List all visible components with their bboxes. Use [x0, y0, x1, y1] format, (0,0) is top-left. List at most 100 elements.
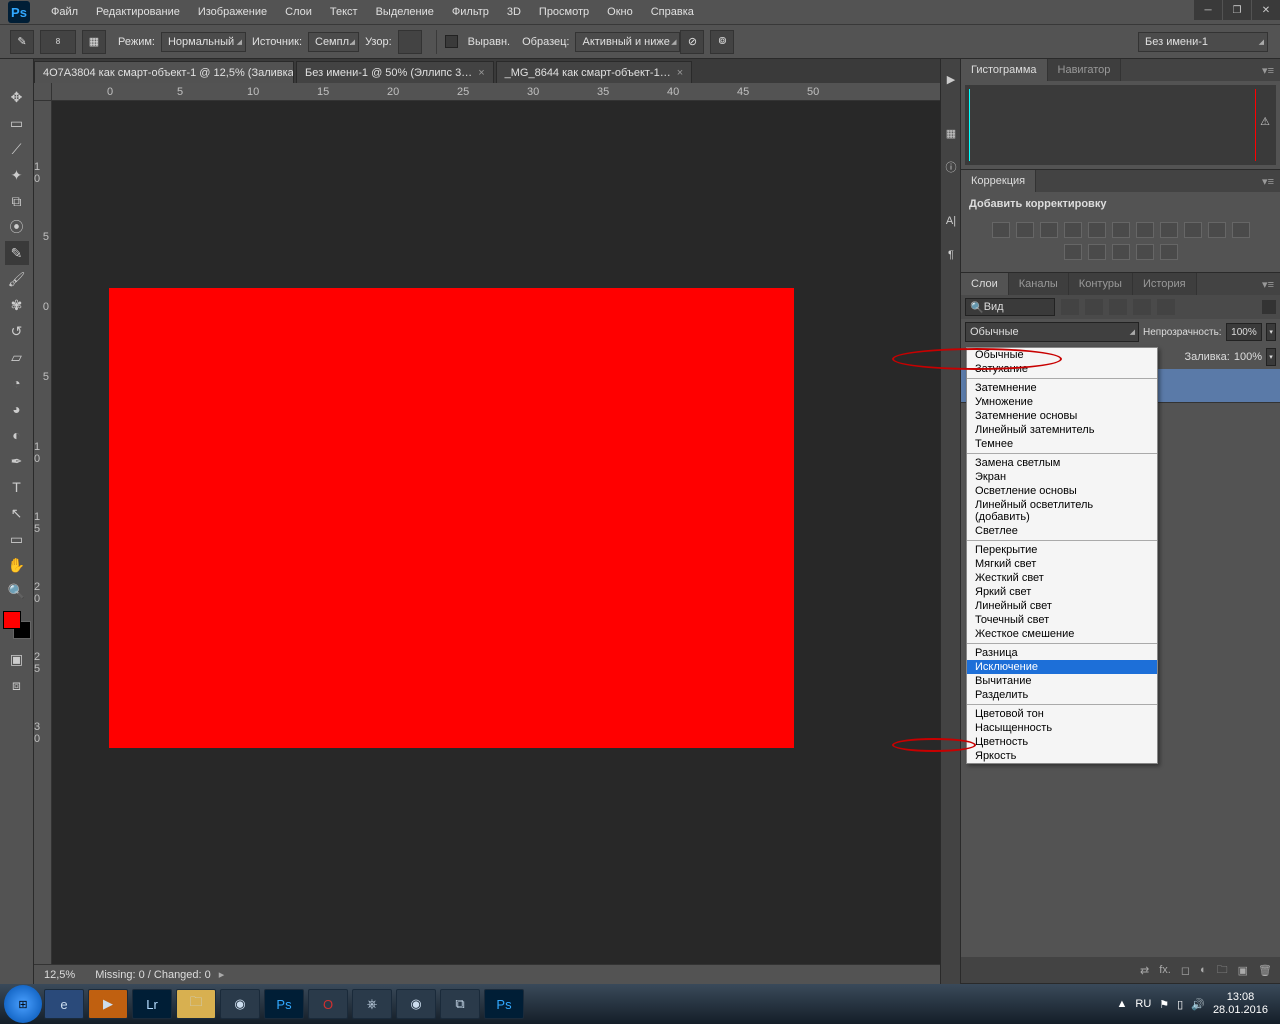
marquee-tool-icon[interactable]: ▭ [5, 111, 29, 135]
blend-item[interactable]: Вычитание [967, 674, 1157, 688]
menu-select[interactable]: Выделение [367, 6, 443, 18]
invert-icon[interactable] [1064, 244, 1082, 260]
hue-icon[interactable] [1112, 222, 1130, 238]
app-icon[interactable]: ⧉ [440, 989, 480, 1019]
blend-item[interactable]: Умножение [967, 395, 1157, 409]
colorbalance-icon[interactable] [1136, 222, 1154, 238]
stamp-tool-icon[interactable]: ✾ [5, 293, 29, 317]
adjustment-icon[interactable]: ◐ [1200, 964, 1207, 976]
adjustments-tab[interactable]: Коррекция [961, 170, 1036, 192]
maximize-button[interactable]: ❐ [1223, 0, 1251, 20]
blend-item[interactable]: Линейный свет [967, 599, 1157, 613]
bw-icon[interactable] [1160, 222, 1178, 238]
fill-dropdown-icon[interactable]: ▾ [1266, 348, 1276, 366]
doc-tab-1[interactable]: 4O7A3804 как смарт-объект-1 @ 12,5% (Зал… [34, 61, 294, 83]
status-arrow-icon[interactable]: ▸ [219, 968, 225, 981]
pen-tool-icon[interactable]: ✒ [5, 449, 29, 473]
menu-window[interactable]: Окно [598, 6, 642, 18]
gradient-tool-icon[interactable]: ◔ [5, 371, 29, 395]
levels-icon[interactable] [1016, 222, 1034, 238]
brush-preview[interactable]: 8 [40, 30, 76, 54]
blend-item[interactable]: Темнее [967, 437, 1157, 451]
exposure-icon[interactable] [1064, 222, 1082, 238]
crop-tool-icon[interactable]: ⧉ [5, 189, 29, 213]
menu-image[interactable]: Изображение [189, 6, 276, 18]
histogram-tab[interactable]: Гистограмма [961, 59, 1048, 81]
tray-more-icon[interactable]: ⚑ [1159, 998, 1169, 1011]
menu-filter[interactable]: Фильтр [443, 6, 498, 18]
blend-item[interactable]: Затухание [967, 362, 1157, 376]
char-icon[interactable]: A| [941, 207, 961, 235]
blend-item[interactable]: Разница [967, 646, 1157, 660]
shape-tool-icon[interactable]: ▭ [5, 527, 29, 551]
blend-item[interactable]: Мягкий свет [967, 557, 1157, 571]
colorcheck-icon[interactable]: ◉ [220, 989, 260, 1019]
tool-preset-icon[interactable]: ✎ [10, 30, 34, 54]
pattern-swatch[interactable] [398, 30, 422, 54]
pressure-icon[interactable]: ៙ [710, 30, 734, 54]
doc-tab-2[interactable]: Без имени-1 @ 50% (Эллипс 3…× [296, 61, 494, 83]
filter-pixel-icon[interactable] [1061, 299, 1079, 315]
play-icon[interactable]: ▶ [941, 65, 961, 93]
blend-item[interactable]: Жесткий свет [967, 571, 1157, 585]
filter-shape-icon[interactable] [1133, 299, 1151, 315]
menu-edit[interactable]: Редактирование [87, 6, 189, 18]
screenmode-icon[interactable]: ⧈ [5, 673, 29, 697]
ie-icon[interactable]: e [44, 989, 84, 1019]
mask-icon[interactable]: ◻ [1181, 964, 1190, 977]
vibrance-icon[interactable] [1088, 222, 1106, 238]
panel-menu-icon[interactable]: ▾≡ [1256, 278, 1280, 291]
new-layer-icon[interactable]: ▣ [1238, 964, 1248, 977]
color-swatches[interactable] [3, 611, 31, 639]
chrome-icon[interactable]: ◉ [396, 989, 436, 1019]
warning-icon[interactable]: ⚠ [1260, 115, 1270, 128]
healing-tool-icon[interactable]: ✎ [5, 241, 29, 265]
menu-3d[interactable]: 3D [498, 6, 530, 18]
tray-flag-icon[interactable]: ▲ [1117, 998, 1128, 1010]
filter-select[interactable]: 🔍 Вид [965, 298, 1055, 316]
paths-tab[interactable]: Контуры [1069, 273, 1133, 295]
brush-panel-icon[interactable]: ▦ [82, 30, 106, 54]
volume-icon[interactable]: 🔊 [1191, 998, 1205, 1011]
hand-tool-icon[interactable]: ✋ [5, 553, 29, 577]
actions-icon[interactable]: ▦ [941, 119, 961, 147]
blend-item[interactable]: Насыщенность [967, 721, 1157, 735]
para-icon[interactable]: ¶ [941, 241, 961, 269]
move-tool-icon[interactable]: ✥ [5, 85, 29, 109]
blend-item[interactable]: Яркий свет [967, 585, 1157, 599]
filter-smart-icon[interactable] [1157, 299, 1175, 315]
history-brush-icon[interactable]: ↺ [5, 319, 29, 343]
workspace-select[interactable]: Без имени-1 [1138, 32, 1268, 52]
zoom-value[interactable]: 12,5% [44, 969, 75, 981]
ignore-adj-icon[interactable]: ⊘ [680, 30, 704, 54]
opacity-dropdown-icon[interactable]: ▾ [1266, 323, 1276, 341]
blend-mode-select[interactable]: Обычные Обычные Затухание Затемнение Умн… [965, 322, 1139, 342]
info-icon[interactable]: ⓘ [941, 153, 961, 181]
lang-indicator[interactable]: RU [1135, 998, 1151, 1010]
foreground-color[interactable] [3, 611, 21, 629]
network-icon[interactable]: ▯ [1177, 998, 1183, 1011]
menu-layers[interactable]: Слои [276, 6, 321, 18]
photofilter-icon[interactable] [1184, 222, 1202, 238]
filter-adj-icon[interactable] [1085, 299, 1103, 315]
close-icon[interactable]: × [677, 67, 683, 79]
colorlookup-icon[interactable] [1232, 222, 1250, 238]
sample-select[interactable]: Активный и ниже [575, 32, 680, 52]
navigator-tab[interactable]: Навигатор [1048, 59, 1122, 81]
align-checkbox[interactable] [445, 35, 458, 48]
opera-icon[interactable]: O [308, 989, 348, 1019]
blend-item[interactable]: Линейный осветлитель (добавить) [967, 498, 1157, 524]
mode-select[interactable]: Нормальный [161, 32, 246, 52]
lightroom-icon[interactable]: Lr [132, 989, 172, 1019]
photoshop-task-icon[interactable]: Ps [264, 989, 304, 1019]
brush-tool-icon[interactable]: 🖌 [5, 267, 29, 291]
link-icon[interactable]: ⇄ [1140, 964, 1149, 977]
filter-type-icon[interactable] [1109, 299, 1127, 315]
wand-tool-icon[interactable]: ✦ [5, 163, 29, 187]
type-tool-icon[interactable]: T [5, 475, 29, 499]
canvas[interactable] [109, 288, 794, 748]
blend-item[interactable]: Экран [967, 470, 1157, 484]
photoshop-task-icon-2[interactable]: Ps [484, 989, 524, 1019]
blend-item[interactable]: Замена светлым [967, 456, 1157, 470]
blend-item[interactable]: Затемнение [967, 381, 1157, 395]
